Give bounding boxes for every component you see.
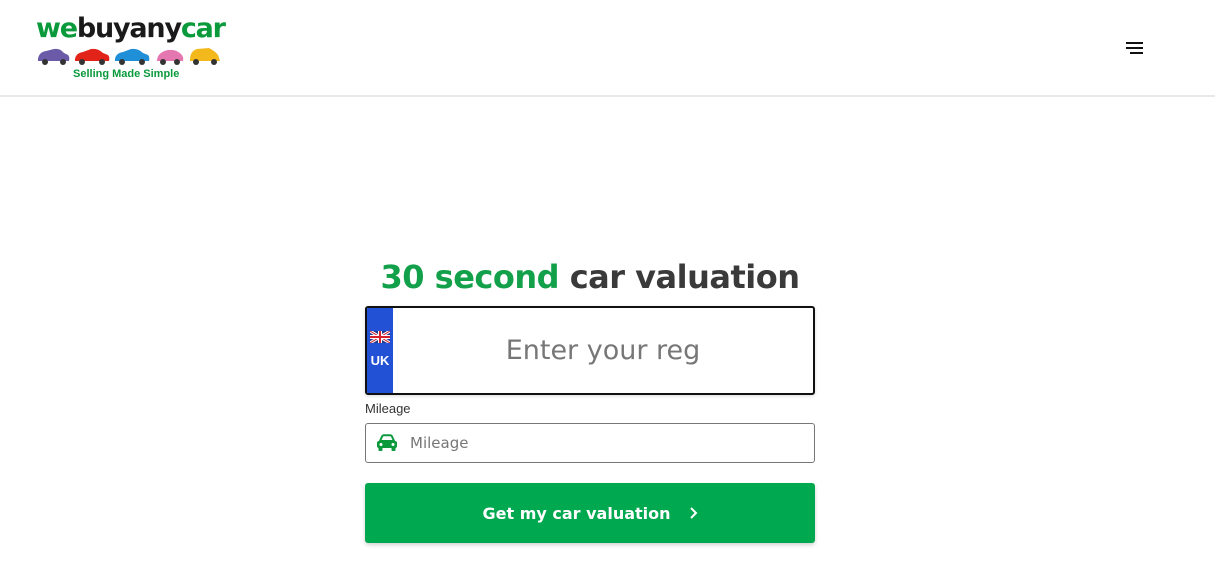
logo-cars-graphic — [38, 48, 220, 65]
logo-tagline: Selling Made Simple — [73, 68, 180, 80]
hamburger-menu-icon — [1125, 42, 1143, 54]
reg-plate-field: UK — [365, 306, 815, 395]
mileage-field — [365, 423, 815, 463]
country-code-label: UK — [370, 353, 390, 368]
union-jack-flag-icon — [370, 331, 390, 343]
get-valuation-button[interactable]: Get my car valuation — [365, 483, 815, 543]
mileage-input[interactable] — [410, 424, 805, 462]
menu-button[interactable] — [1118, 36, 1150, 60]
logo-wordmark: webuyanycar — [36, 13, 226, 44]
reg-input[interactable] — [393, 308, 813, 393]
car-icon — [377, 434, 397, 451]
chevron-right-icon — [689, 506, 698, 520]
get-valuation-button-label: Get my car valuation — [482, 503, 671, 523]
mileage-label: Mileage — [365, 401, 411, 416]
uk-plate-strip: UK — [367, 308, 393, 393]
site-header: webuyanycar Selling Made Simple — [0, 0, 1215, 97]
webuyanycar-logo[interactable]: webuyanycar Selling Made Simple — [36, 14, 226, 84]
page-title: 30 second car valuation — [380, 258, 800, 296]
